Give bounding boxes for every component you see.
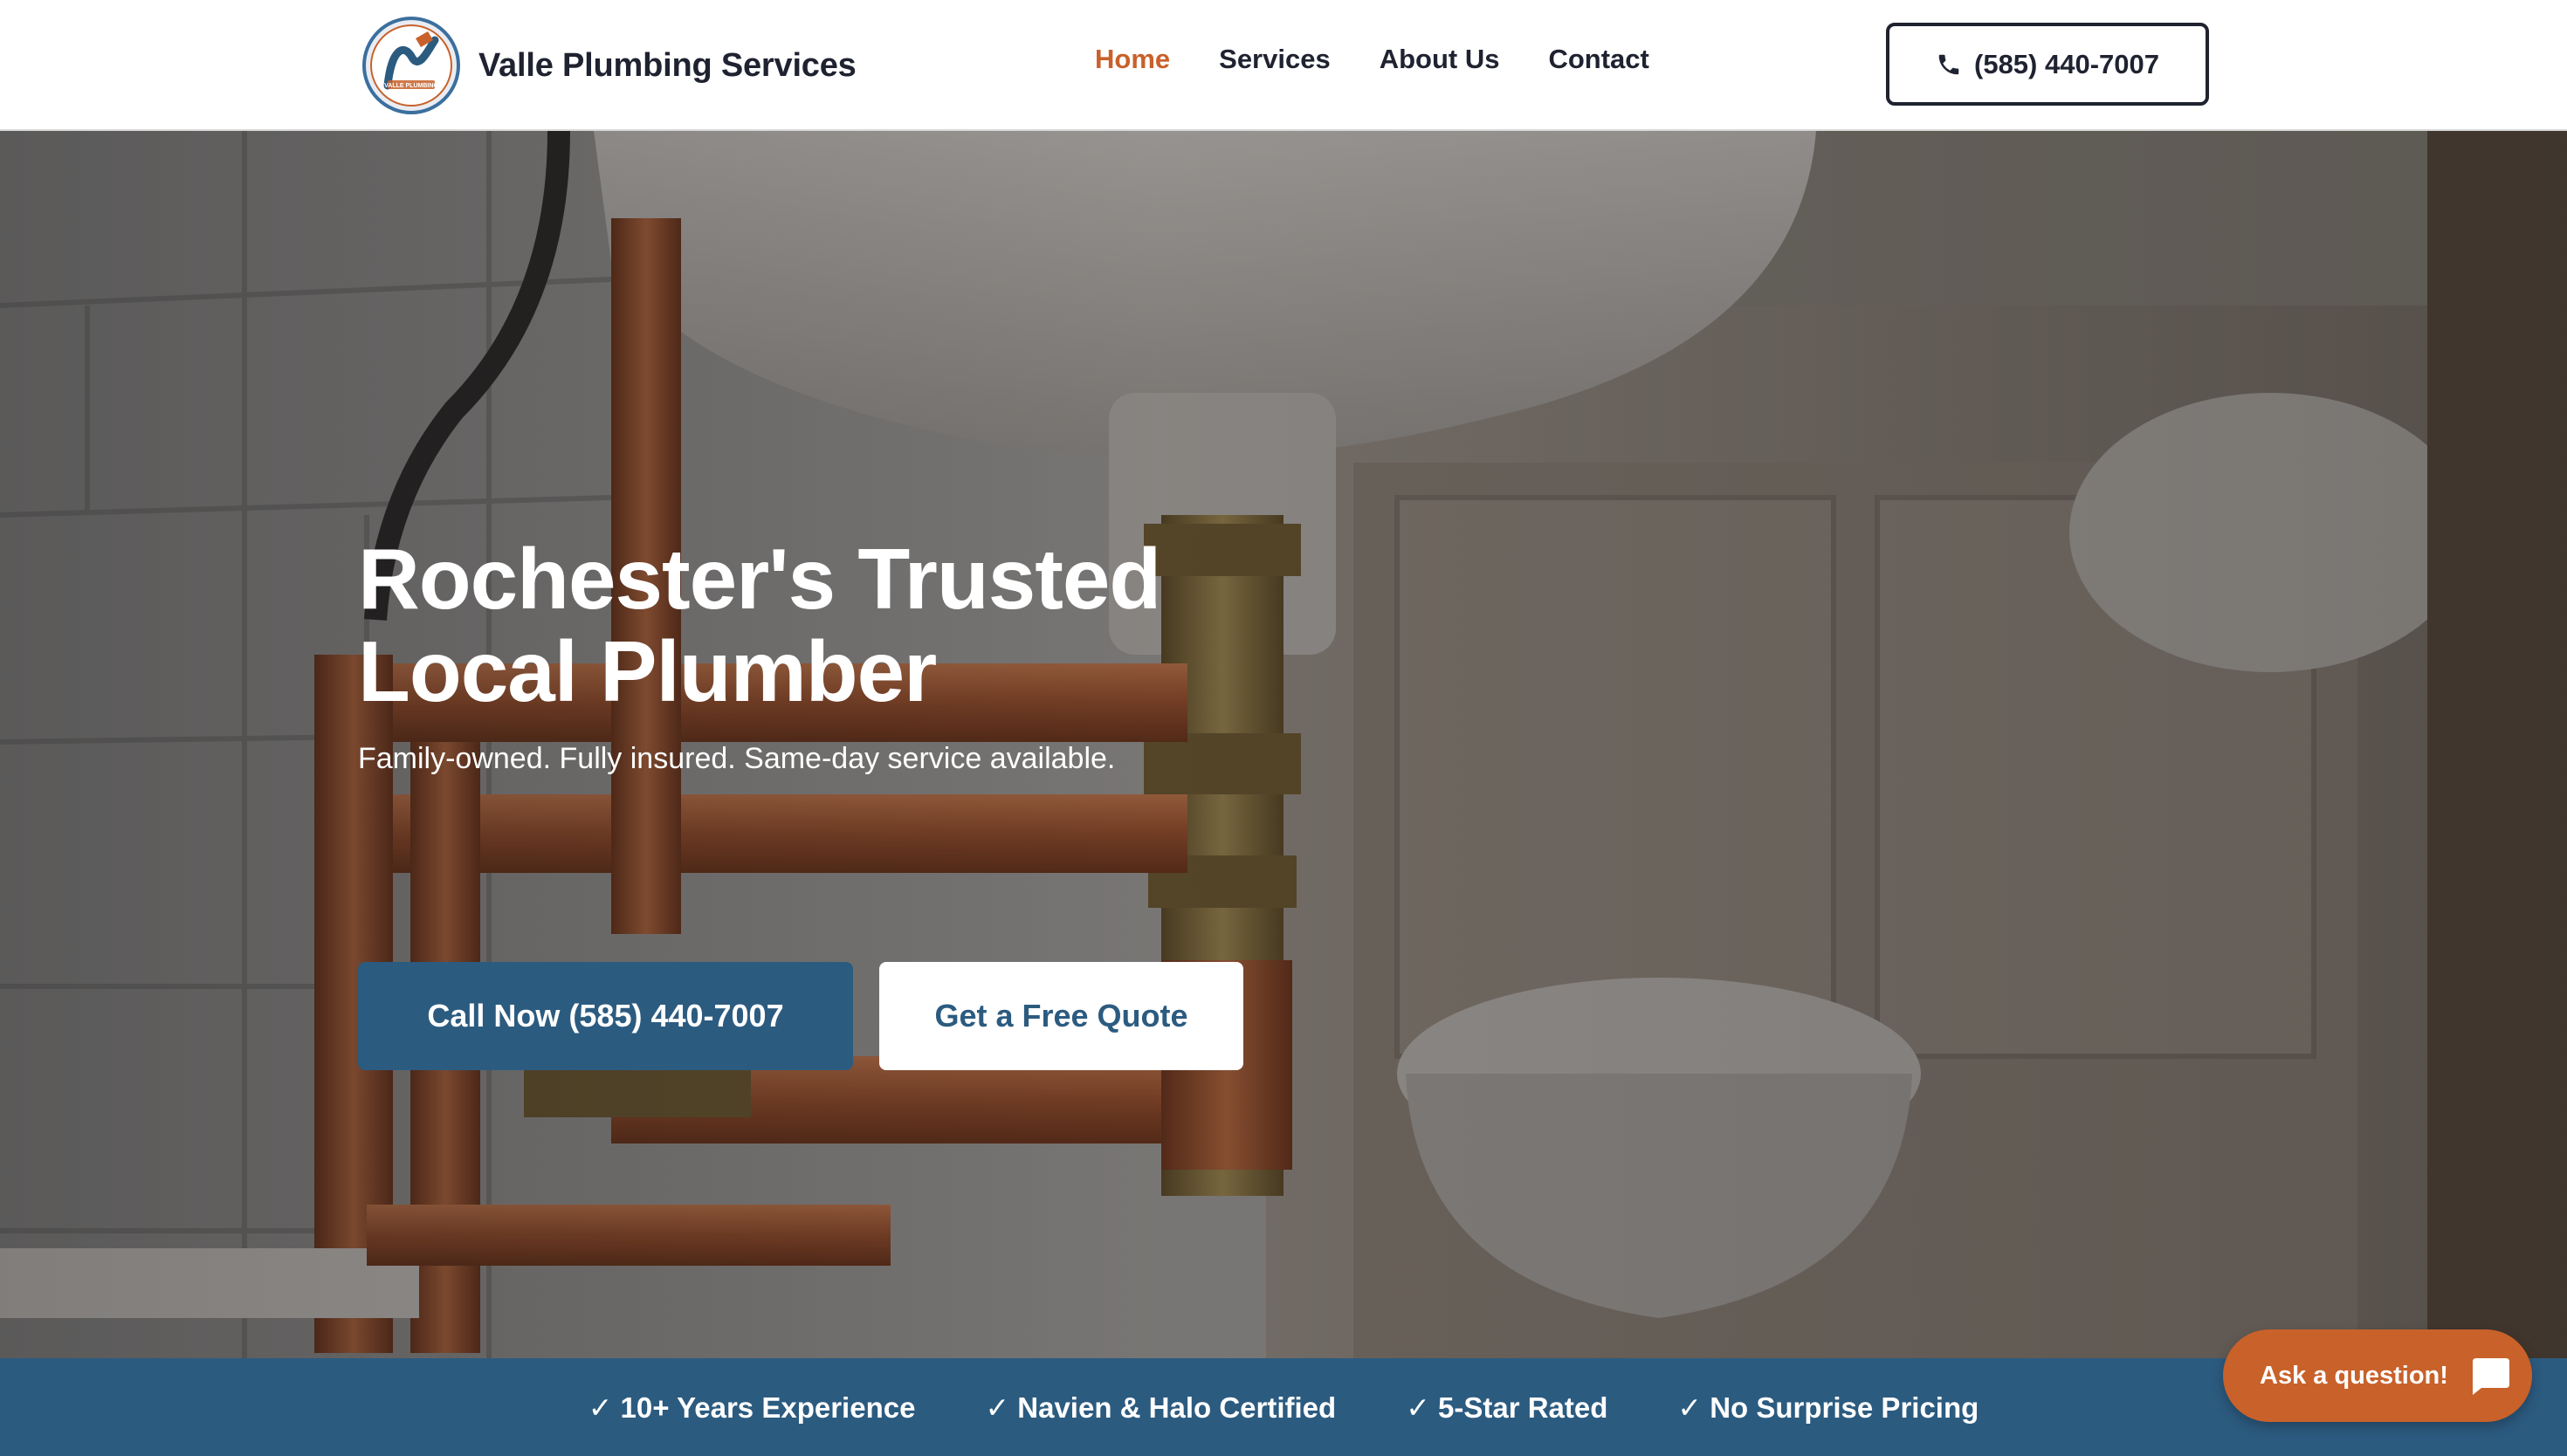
ask-question-chat-button[interactable]: Ask a question!	[2223, 1329, 2532, 1422]
nav-item-home[interactable]: Home	[1095, 44, 1170, 75]
chat-label: Ask a question!	[2260, 1361, 2448, 1390]
hero-title-line2: Local Plumber	[358, 623, 937, 719]
phone-icon	[1938, 54, 1959, 74]
trust-bar: ✓ 10+ Years Experience ✓ Navien & Halo C…	[0, 1358, 2567, 1456]
hero-subtitle: Family-owned. Fully insured. Same-day se…	[358, 742, 1116, 775]
hero-cta-row: Call Now (585) 440-7007 Get a Free Quote	[358, 962, 1243, 1070]
trust-item-experience: ✓ 10+ Years Experience	[588, 1391, 916, 1424]
trust-item-certified: ✓ Navien & Halo Certified	[985, 1391, 1337, 1424]
trust-item-rated: ✓ 5-Star Rated	[1406, 1391, 1608, 1424]
logo-text: VALLE PLUMBING	[384, 83, 438, 89]
hero-title: Rochester's Trusted Local Plumber	[358, 532, 1318, 718]
hero-title-line1: Rochester's Trusted	[358, 531, 1161, 627]
logo-icon: VALLE PLUMBING	[362, 17, 460, 114]
nav-item-services[interactable]: Services	[1219, 44, 1331, 75]
nav-item-about-us[interactable]: About Us	[1380, 44, 1500, 75]
main-nav: Home Services About Us Contact	[1095, 44, 1649, 75]
trust-item-pricing: ✓ No Surprise Pricing	[1677, 1391, 1979, 1424]
call-now-button[interactable]: Call Now (585) 440-7007	[358, 962, 853, 1070]
header-phone-label: (585) 440-7007	[1974, 48, 2159, 79]
brand-name: Valle Plumbing Services	[478, 46, 857, 84]
hero-content: Rochester's Trusted Local Plumber Family…	[358, 532, 1493, 1070]
nav-item-contact[interactable]: Contact	[1548, 44, 1648, 75]
hero-section: Rochester's Trusted Local Plumber Family…	[0, 131, 2567, 1358]
brand[interactable]: VALLE PLUMBING Valle Plumbing Services	[361, 16, 857, 115]
site-header: VALLE PLUMBING Valle Plumbing Services H…	[0, 0, 2567, 131]
free-quote-button[interactable]: Get a Free Quote	[879, 962, 1243, 1070]
chat-bubble-icon	[2472, 1358, 2509, 1395]
header-phone-button[interactable]: (585) 440-7007	[1886, 23, 2209, 106]
page: VALLE PLUMBING Valle Plumbing Services H…	[0, 0, 2567, 1456]
